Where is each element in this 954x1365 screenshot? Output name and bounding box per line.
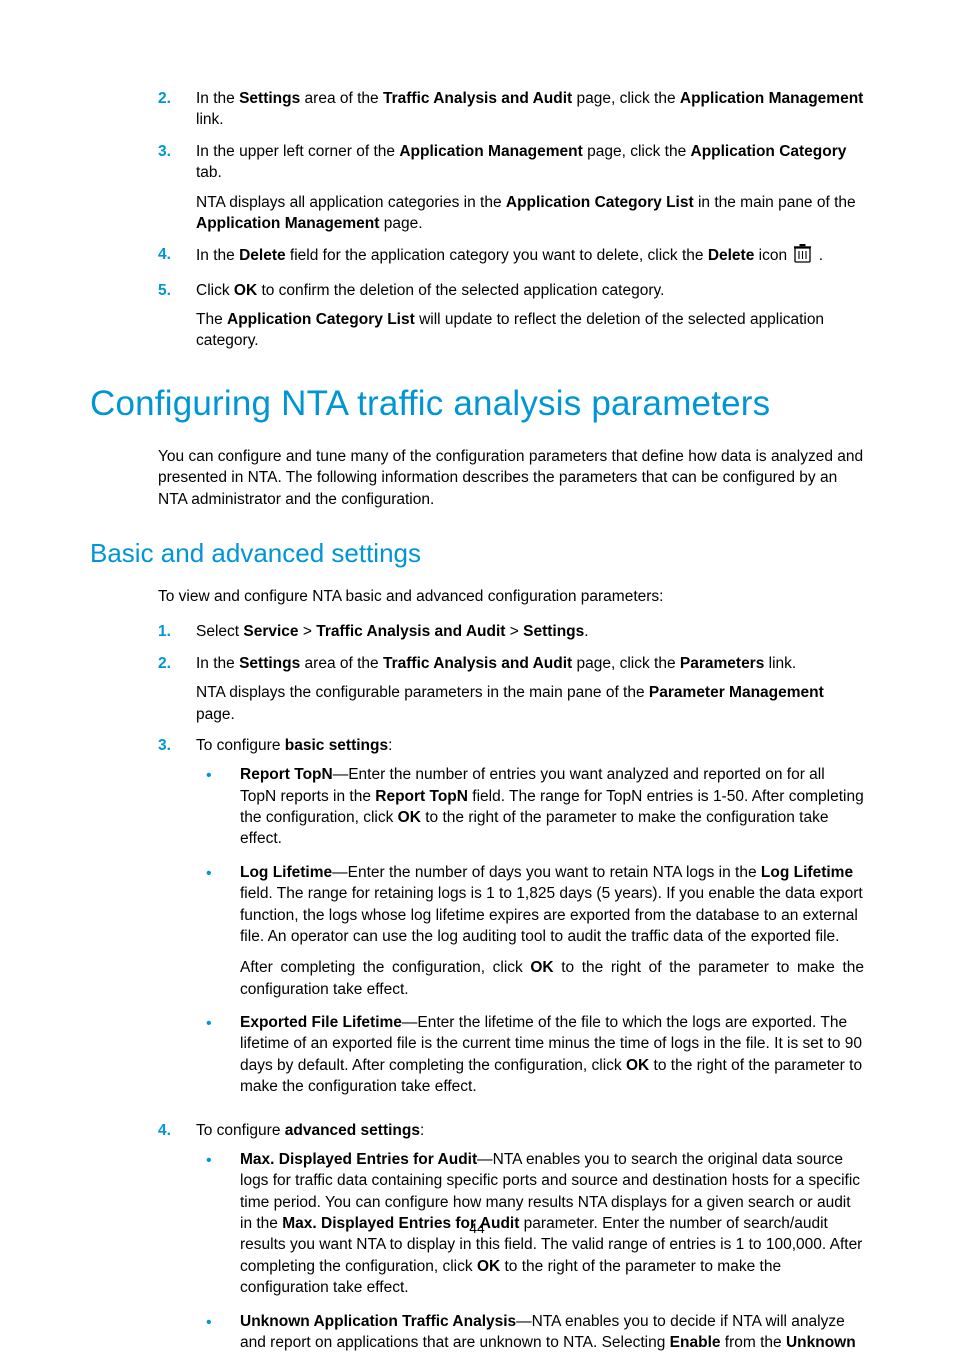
list-number: 4. (158, 244, 196, 269)
heading-configuring-nta: Configuring NTA traffic analysis paramet… (90, 380, 864, 428)
list-text-extra: NTA displays all application categories … (196, 192, 864, 235)
list-item: 2.In the Settings area of the Traffic An… (158, 88, 864, 131)
delete-icon (794, 244, 811, 269)
list-text: In the upper left corner of the Applicat… (196, 141, 864, 184)
bullet-paragraph: Report TopN—Enter the number of entries … (240, 764, 864, 850)
list-number: 2. (158, 653, 196, 725)
list-number: 1. (158, 621, 196, 642)
bullet-item: •Log Lifetime—Enter the number of days y… (196, 862, 864, 1000)
list-body: To configure advanced settings: •Max. Dis… (196, 1120, 864, 1365)
lead-paragraph: To view and configure NTA basic and adva… (158, 586, 864, 607)
list-item: 5.Click OK to confirm the deletion of th… (158, 280, 864, 352)
list-text-extra: The Application Category List will updat… (196, 309, 864, 352)
list-body: In the Settings area of the Traffic Anal… (196, 88, 864, 131)
list-body: Select Service > Traffic Analysis and Au… (196, 621, 864, 642)
list-text: In the Delete field for the application … (196, 244, 864, 269)
list-body: Click OK to confirm the deletion of the … (196, 280, 864, 352)
list-number: 3. (158, 735, 196, 1110)
list-item: 3.To configure basic settings:•Report To… (158, 735, 864, 1110)
bullet-text: Report TopN—Enter the number of entries … (240, 764, 864, 850)
bullet-paragraph: Exported File Lifetime—Enter the lifetim… (240, 1012, 864, 1098)
numbered-list-steps: 1.Select Service > Traffic Analysis and … (158, 621, 864, 1365)
bullet-item: •Exported File Lifetime—Enter the lifeti… (196, 1012, 864, 1098)
list-text: Select Service > Traffic Analysis and Au… (196, 621, 864, 642)
bullet-dot-icon: • (196, 862, 240, 1000)
bullet-item: •Unknown Application Traffic Analysis—NT… (196, 1311, 864, 1354)
list-number: 2. (158, 88, 196, 131)
list-text-extra: NTA displays the configurable parameters… (196, 682, 864, 725)
list-item: 1.Select Service > Traffic Analysis and … (158, 621, 864, 642)
bullet-list: •Max. Displayed Entries for Audit—NTA en… (196, 1149, 864, 1353)
list-text: To configure basic settings: (196, 735, 864, 756)
list-item: 4.In the Delete field for the applicatio… (158, 244, 864, 269)
list-body: In the Settings area of the Traffic Anal… (196, 653, 864, 725)
bullet-list: •Report TopN—Enter the number of entries… (196, 764, 864, 1097)
bullet-dot-icon: • (196, 1012, 240, 1098)
bullet-item: •Report TopN—Enter the number of entries… (196, 764, 864, 850)
bullet-text: Exported File Lifetime—Enter the lifetim… (240, 1012, 864, 1098)
bullet-dot-icon: • (196, 764, 240, 850)
numbered-list-top: 2.In the Settings area of the Traffic An… (158, 88, 864, 352)
list-text: In the Settings area of the Traffic Anal… (196, 653, 864, 674)
bullet-text: Log Lifetime—Enter the number of days yo… (240, 862, 864, 1000)
heading-basic-advanced: Basic and advanced settings (90, 536, 864, 572)
bullet-paragraph: Log Lifetime—Enter the number of days yo… (240, 862, 864, 948)
bullet-text: Unknown Application Traffic Analysis—NTA… (240, 1311, 864, 1354)
list-body: In the upper left corner of the Applicat… (196, 141, 864, 235)
bullet-paragraph: Unknown Application Traffic Analysis—NTA… (240, 1311, 864, 1354)
list-number: 4. (158, 1120, 196, 1365)
list-number: 5. (158, 280, 196, 352)
list-text: Click OK to confirm the deletion of the … (196, 280, 864, 301)
list-text: In the Settings area of the Traffic Anal… (196, 88, 864, 131)
list-item: 2.In the Settings area of the Traffic An… (158, 653, 864, 725)
list-number: 3. (158, 141, 196, 235)
list-item: 3.In the upper left corner of the Applic… (158, 141, 864, 235)
list-item: 4.To configure advanced settings: •Max. D… (158, 1120, 864, 1365)
page-number: 44 (0, 1219, 954, 1238)
list-text: To configure advanced settings: (196, 1120, 864, 1141)
bullet-paragraph-extra: After completing the configuration, clic… (240, 957, 864, 1000)
list-body: To configure basic settings:•Report TopN… (196, 735, 864, 1110)
intro-paragraph: You can configure and tune many of the c… (158, 446, 864, 510)
list-body: In the Delete field for the application … (196, 244, 864, 269)
bullet-dot-icon: • (196, 1311, 240, 1354)
